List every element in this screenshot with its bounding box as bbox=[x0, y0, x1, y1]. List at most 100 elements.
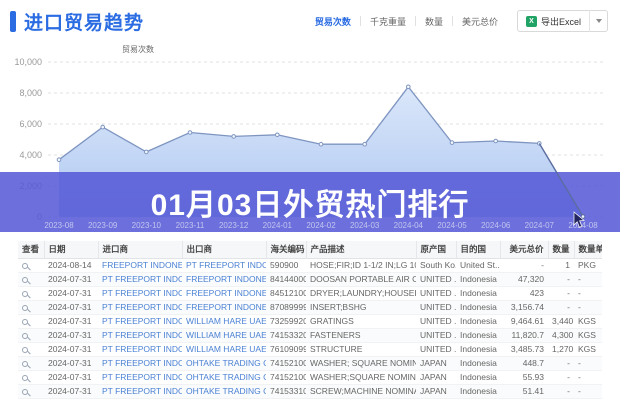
banner-title: 01月03日外贸热门排行 bbox=[151, 180, 470, 224]
importer-link[interactable]: FREEPORT INDONESIA... bbox=[102, 260, 182, 270]
view-icon[interactable] bbox=[22, 361, 28, 367]
cell-usd-total: 3,485.73 bbox=[500, 342, 548, 356]
importer-link[interactable]: PT FREEPORT INDONE... bbox=[102, 302, 182, 312]
view-icon[interactable] bbox=[22, 389, 28, 395]
x-tick-label: 2024-01 bbox=[263, 221, 292, 230]
table-row: 2024-07-31PT FREEPORT INDONE...WILLIAM H… bbox=[18, 314, 602, 328]
col-header-qty: 数量 bbox=[548, 241, 574, 258]
importer-link[interactable]: PT FREEPORT INDONE... bbox=[102, 288, 182, 298]
exporter-link[interactable]: OHTAKE TRADING CO ... bbox=[186, 386, 266, 396]
cell-usd-total: 423 bbox=[500, 286, 548, 300]
cell-origin: UNITED ... bbox=[416, 328, 456, 342]
importer-link[interactable]: PT FREEPORT INDONE... bbox=[102, 358, 182, 368]
cell-origin: UNITED ... bbox=[416, 300, 456, 314]
exporter-link[interactable]: WILLIAM HARE UAE LLC bbox=[186, 316, 266, 326]
title-wrap: 进口贸易趋势 bbox=[10, 8, 144, 35]
metric-tab-0[interactable]: 贸易次数 bbox=[306, 15, 360, 28]
cell-origin: UNITED ... bbox=[416, 314, 456, 328]
view-icon[interactable] bbox=[22, 375, 28, 381]
chevron-down-icon bbox=[596, 19, 602, 23]
cell-hs-code: 87089999 bbox=[266, 300, 306, 314]
col-header-product: 产品描述 bbox=[306, 241, 416, 258]
cell-date: 2024-07-31 bbox=[44, 342, 98, 356]
cell-origin: UNITED ... bbox=[416, 272, 456, 286]
col-header-exporter: 出口商 bbox=[182, 241, 266, 258]
export-dropdown-button[interactable] bbox=[589, 10, 607, 32]
importer-link[interactable]: PT FREEPORT INDONE... bbox=[102, 274, 182, 284]
importer-link[interactable]: PT FREEPORT INDONE... bbox=[102, 316, 182, 326]
exporter-link[interactable]: FREEPORT INDONESIA... bbox=[186, 274, 266, 284]
cell-quantity: 1,270 bbox=[548, 342, 574, 356]
view-icon[interactable] bbox=[22, 333, 28, 339]
importer-link[interactable]: PT FREEPORT INDONE... bbox=[102, 386, 182, 396]
importer-link[interactable]: PT FREEPORT INDONE... bbox=[102, 344, 182, 354]
exporter-link[interactable]: FREEPORT INDONESIA... bbox=[186, 302, 266, 312]
cell-hs-code: 74152100 bbox=[266, 356, 306, 370]
col-header-view: 查看 bbox=[18, 241, 44, 258]
cell-quantity: 4,300 bbox=[548, 328, 574, 342]
cell-hs-code: 84144000 bbox=[266, 272, 306, 286]
table-row: 2024-07-31PT FREEPORT INDONE...FREEPORT … bbox=[18, 272, 602, 286]
col-header-date: 日期 bbox=[44, 241, 98, 258]
cell-destination: Indonesia bbox=[456, 342, 500, 356]
metric-tab-2[interactable]: 数量 bbox=[416, 15, 452, 28]
cell-quantity: - bbox=[548, 356, 574, 370]
exporter-link[interactable]: OHTAKE TRADING CO ... bbox=[186, 372, 266, 382]
view-icon[interactable] bbox=[22, 305, 28, 311]
exporter-link[interactable]: WILLIAM HARE UAE LLC bbox=[186, 344, 266, 354]
cell-destination: United St... bbox=[456, 258, 500, 272]
cell-unit: - bbox=[574, 384, 602, 398]
cell-origin: JAPAN bbox=[416, 356, 456, 370]
table-header-row: 查看日期进口商出口商海关编码产品描述原产国目的国美元总价数量数量单位 bbox=[18, 241, 602, 258]
cell-destination: Indonesia bbox=[456, 328, 500, 342]
cell-quantity: - bbox=[548, 286, 574, 300]
cell-destination: Indonesia bbox=[456, 272, 500, 286]
table-row: 2024-07-31PT FREEPORT INDONE...FREEPORT … bbox=[18, 286, 602, 300]
cell-usd-total: - bbox=[500, 258, 548, 272]
table-row: 2024-07-31PT FREEPORT INDONE...WILLIAM H… bbox=[18, 328, 602, 342]
cell-usd-total: 9,464.61 bbox=[500, 314, 548, 328]
cell-hs-code: 74153320 bbox=[266, 328, 306, 342]
cell-product: WASHER; SQUARE NOMINAL SIZ... bbox=[306, 356, 416, 370]
importer-link[interactable]: PT FREEPORT INDONE... bbox=[102, 372, 182, 382]
export-excel-button[interactable]: X 导出Excel bbox=[517, 10, 608, 32]
cell-unit: - bbox=[574, 300, 602, 314]
cell-usd-total: 448.7 bbox=[500, 356, 548, 370]
col-header-price: 美元总价 bbox=[500, 241, 548, 258]
cell-unit: KGS bbox=[574, 328, 602, 342]
x-tick-label: 2024-05 bbox=[437, 221, 466, 230]
cell-quantity: 1 bbox=[548, 258, 574, 272]
cell-usd-total: 11,820.7 bbox=[500, 328, 548, 342]
cell-unit: KGS bbox=[574, 342, 602, 356]
svg-text:4,000: 4,000 bbox=[19, 150, 42, 160]
cell-hs-code: 74152100 bbox=[266, 370, 306, 384]
col-header-code: 海关编码 bbox=[266, 241, 306, 258]
exporter-link[interactable]: WILLIAM HARE UAE LLC bbox=[186, 330, 266, 340]
exporter-link[interactable]: OHTAKE TRADING CO ... bbox=[186, 358, 266, 368]
cell-quantity: - bbox=[548, 384, 574, 398]
cell-destination: Indonesia bbox=[456, 300, 500, 314]
importer-link[interactable]: PT FREEPORT INDONE... bbox=[102, 330, 182, 340]
cell-origin: South Ko... bbox=[416, 258, 456, 272]
cell-hs-code: 590900 bbox=[266, 258, 306, 272]
table-row: 2024-07-31PT FREEPORT INDONE...OHTAKE TR… bbox=[18, 370, 602, 384]
view-icon[interactable] bbox=[22, 277, 28, 283]
cell-hs-code: 76109099 bbox=[266, 342, 306, 356]
exporter-link[interactable]: FREEPORT INDONESIA... bbox=[186, 288, 266, 298]
cell-product: HOSE;FIR;ID 1-1/2 IN;LG 100 FT,... bbox=[306, 258, 416, 272]
metric-tab-1[interactable]: 千克重量 bbox=[361, 15, 415, 28]
metric-tab-3[interactable]: 美元总价 bbox=[453, 15, 507, 28]
x-tick-label: 2023-10 bbox=[132, 221, 161, 230]
cell-product: SCREW;MACHINE NOMINAL SIZ... bbox=[306, 384, 416, 398]
view-icon[interactable] bbox=[22, 319, 28, 325]
cell-unit: KGS bbox=[574, 314, 602, 328]
chart-legend[interactable]: 贸易次数 bbox=[122, 44, 154, 55]
view-icon[interactable] bbox=[22, 291, 28, 297]
table-row: 2024-07-31PT FREEPORT INDONE...FREEPORT … bbox=[18, 300, 602, 314]
cell-origin: JAPAN bbox=[416, 384, 456, 398]
trade-trend-chart: 贸易次数 10,0008,0006,0004,0002,0000 01月03日外… bbox=[0, 36, 620, 236]
view-icon[interactable] bbox=[22, 347, 28, 353]
export-main[interactable]: X 导出Excel bbox=[518, 15, 589, 28]
exporter-link[interactable]: PT FREEPORT INDONE... bbox=[186, 260, 266, 270]
view-icon[interactable] bbox=[22, 263, 28, 269]
